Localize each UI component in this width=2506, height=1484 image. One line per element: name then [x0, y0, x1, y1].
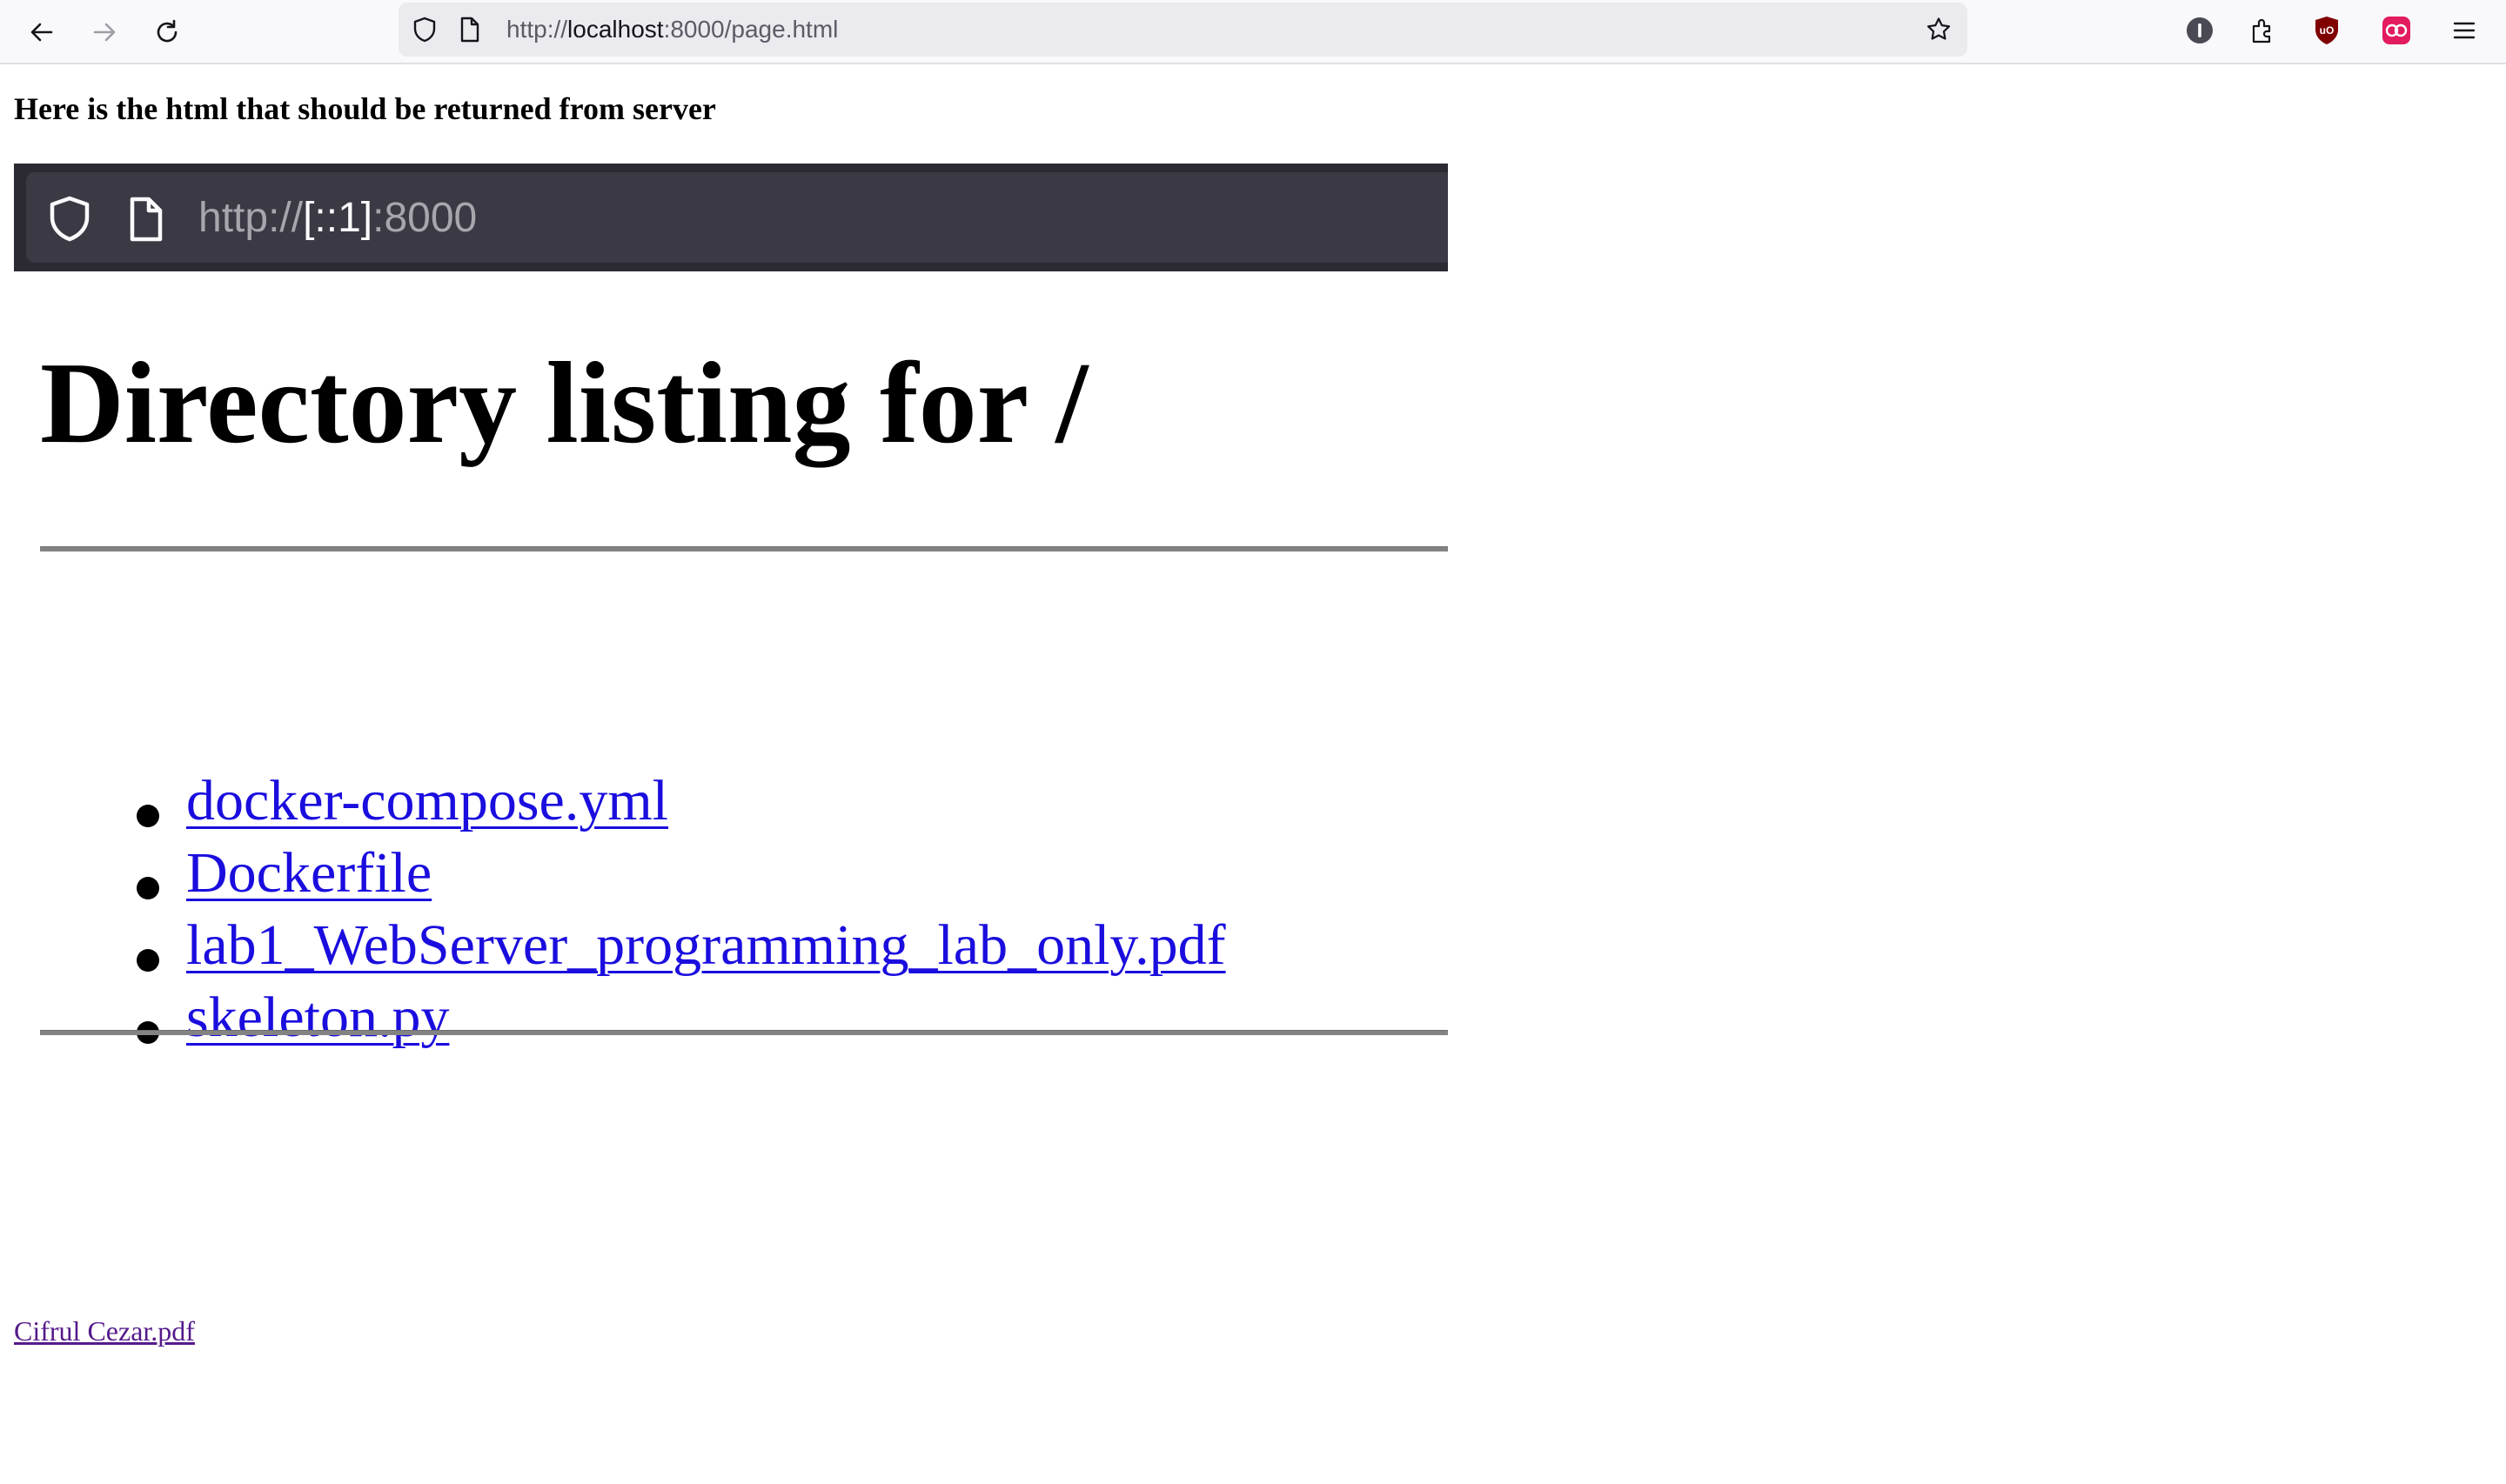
file-link: Dockerfile: [186, 841, 432, 905]
reload-icon: [153, 18, 181, 46]
divider: [40, 546, 1448, 551]
shield-icon: [45, 195, 94, 244]
pink-extension-icon[interactable]: [2381, 15, 2412, 46]
screenshot-url-port: :8000: [372, 195, 478, 241]
screenshot-address-bar: http://[::1]:8000: [14, 164, 1448, 271]
directory-listing-title: Directory listing for /: [40, 338, 1089, 467]
page-icon: [122, 195, 171, 244]
page-heading: Here is the html that should be returned…: [14, 91, 716, 126]
browser-toolbar: http://localhost:8000/page.html uO: [0, 0, 2506, 64]
back-button[interactable]: [21, 11, 63, 53]
url-prefix: http://: [506, 16, 568, 43]
divider: [40, 1030, 1448, 1035]
forward-button[interactable]: [84, 11, 125, 53]
directory-listing-screenshot: http://[::1]:8000 Directory listing for …: [14, 164, 1448, 1068]
url-host: localhost: [567, 16, 664, 43]
file-link: skeleton.py: [186, 986, 450, 1049]
bullet: [137, 949, 159, 972]
url-path: :8000/page.html: [663, 16, 839, 43]
info-circle-icon[interactable]: [2184, 15, 2215, 46]
bullet: [137, 877, 159, 899]
screenshot-url: http://[::1]:8000: [198, 194, 477, 243]
file-link: docker-compose.yml: [186, 769, 669, 832]
reload-button[interactable]: [146, 11, 188, 53]
shield-icon[interactable]: [411, 16, 439, 43]
file-link: lab1_WebServer_programming_lab_only.pdf: [186, 913, 1226, 977]
file-link: src/: [186, 1055, 269, 1068]
url-text[interactable]: http://localhost:8000/page.html: [506, 16, 838, 43]
puzzle-icon[interactable]: [2247, 15, 2278, 46]
star-icon[interactable]: [1925, 16, 1953, 43]
svg-text:uO: uO: [2320, 24, 2335, 37]
pdf-link[interactable]: Cifrul Cezar.pdf: [14, 1314, 195, 1348]
address-bar[interactable]: http://localhost:8000/page.html: [399, 3, 1967, 57]
ublock-origin-icon[interactable]: uO: [2311, 15, 2342, 46]
bullet: [137, 805, 159, 827]
screenshot-url-prefix: http://: [198, 195, 304, 241]
page-icon[interactable]: [456, 16, 484, 43]
arrow-right-icon: [90, 18, 118, 46]
hamburger-menu-icon[interactable]: [2449, 15, 2480, 46]
arrow-left-icon: [28, 18, 56, 46]
screenshot-url-host: [::1]: [303, 195, 373, 241]
